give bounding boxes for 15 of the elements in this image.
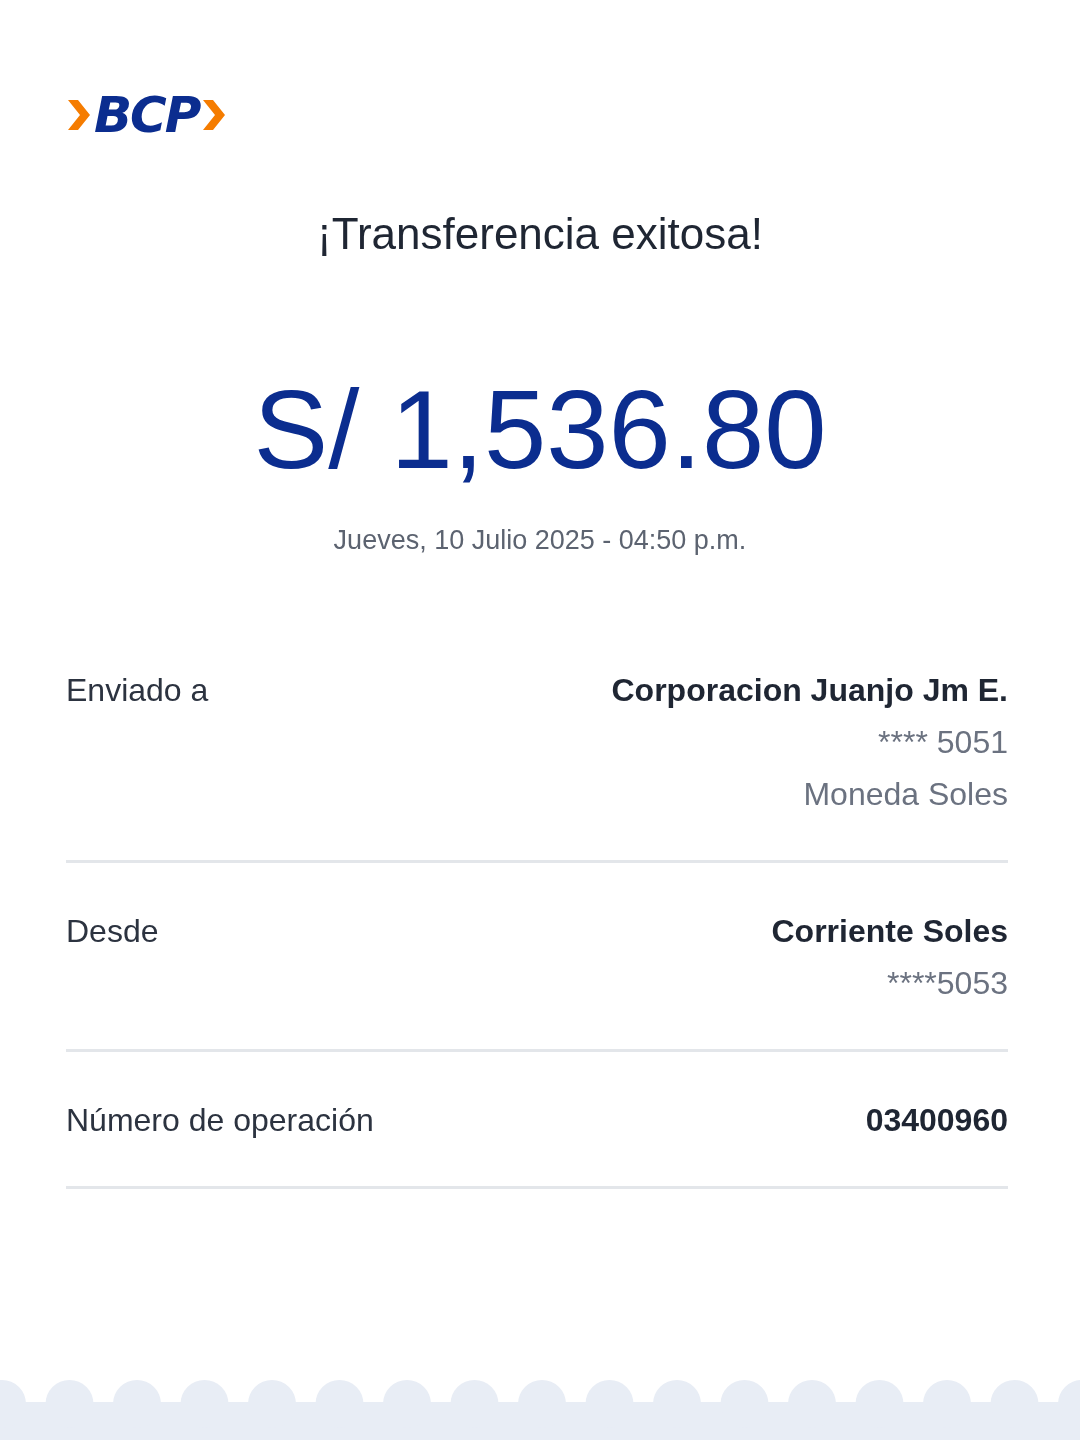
chevron-icon — [201, 98, 228, 132]
detail-value: **** 5051 — [878, 723, 1008, 762]
detail-label: Número de operación — [66, 1101, 374, 1140]
detail-label: Enviado a — [66, 671, 209, 710]
detail-value: Corriente Soles — [771, 912, 1008, 951]
transfer-date: Jueves, 10 Julio 2025 - 04:50 p.m. — [332, 524, 748, 557]
detail-value: Moneda Soles — [803, 775, 1008, 814]
detail-value: 03400960 — [865, 1101, 1008, 1140]
logo-text: BCP — [94, 92, 200, 138]
detail-value: Corporacion Juanjo Jm E. — [611, 671, 1008, 710]
transfer-amount: S/ 1,536.80 — [252, 370, 828, 490]
detail-value: ****5053 — [887, 964, 1008, 1003]
detail-label: Desde — [66, 912, 159, 951]
success-title: ¡Transferencia exitosa! — [316, 208, 764, 260]
chevron-icon — [66, 98, 92, 132]
